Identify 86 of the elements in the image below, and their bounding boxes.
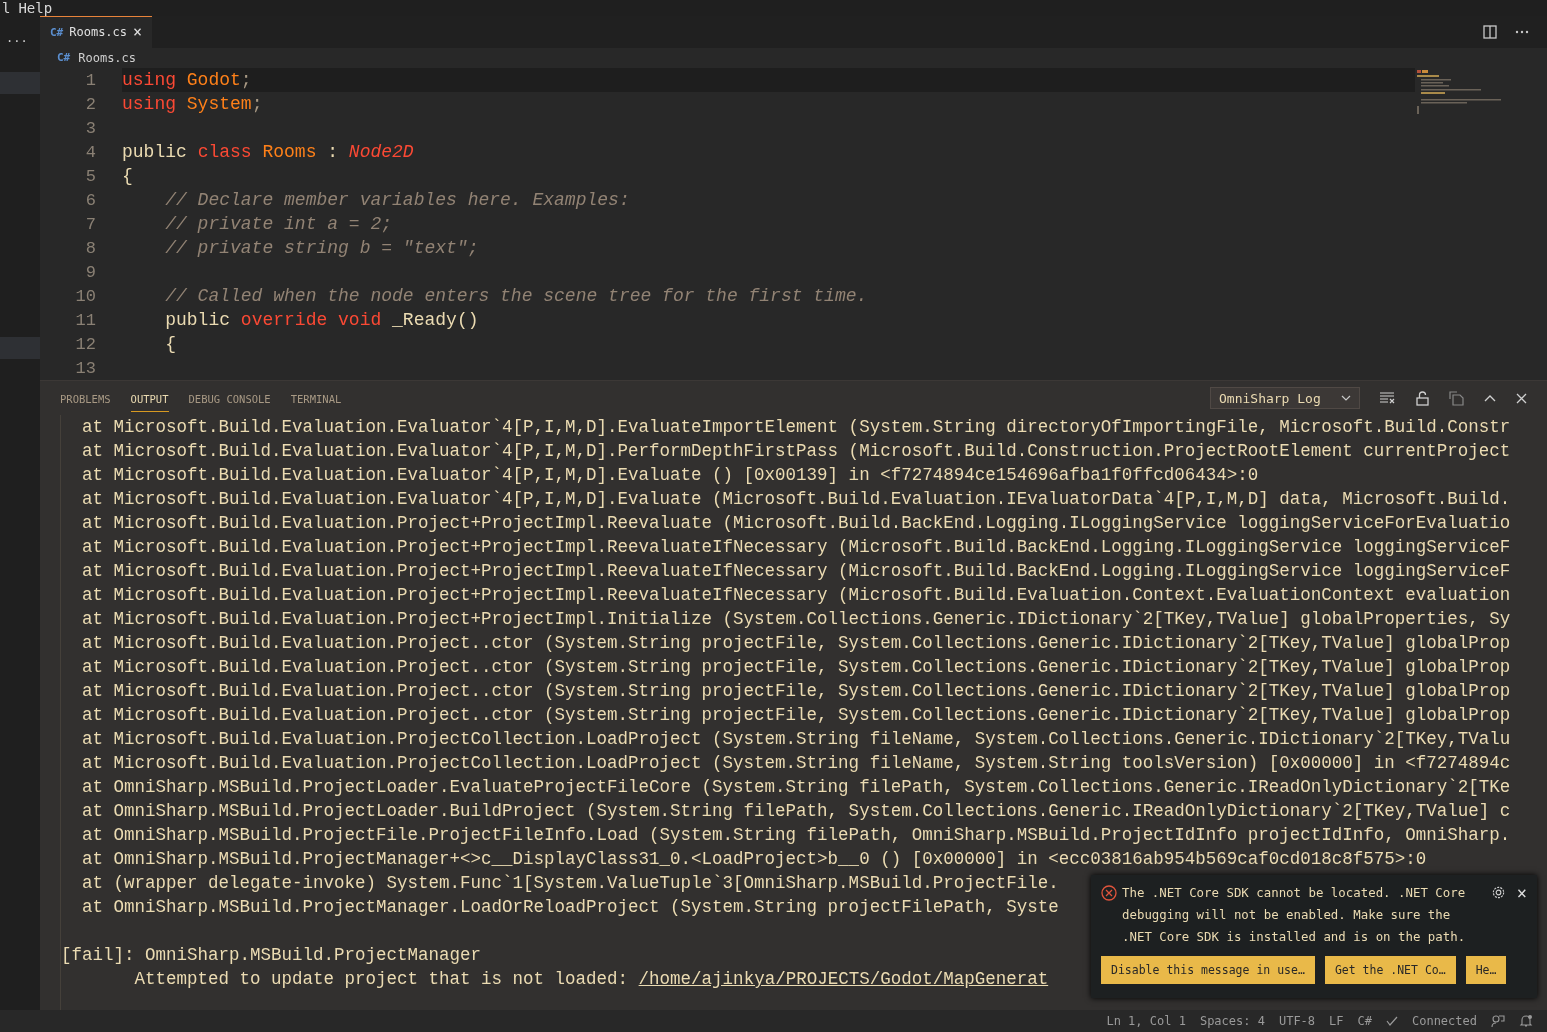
log-line: at OmniSharp.MSBuild.ProjectFile.ProjectFileInfo.Load (System.String filePath, OmniSharp.MSBuild.ProjectIdInfo projectIdInfo, OmniSharp.	[81, 824, 1511, 847]
notification-message: The .NET Core SDK cannot be located. .NET Core debugging will not be enabled. Make sure the .NET Core SDK is installed and is on the path.	[1122, 884, 1467, 946]
panel-tab[interactable]: PROBLEMS	[60, 384, 111, 412]
log-line: at (wrapper delegate-invoke) System.Func`1[System.ValueTuple`3[OmniSharp.MSBuild.ProjectFile.	[81, 872, 1059, 895]
more-actions-icon[interactable]: ···	[6, 34, 40, 48]
csharp-file-icon: C#	[50, 25, 64, 39]
panel-tab[interactable]: OUTPUT	[130, 384, 169, 412]
log-line: at OmniSharp.MSBuild.ProjectLoader.BuildProject (System.String filePath, System.Collections.Generic.IReadOnlyDictionary`2[TKey,TValue] c	[81, 800, 1511, 823]
code-line: public class Rooms : Node2D	[122, 142, 414, 162]
code-line: public override void _Ready()	[164, 310, 479, 330]
error-icon	[1101, 885, 1117, 901]
line-number: 1	[84, 70, 96, 90]
line-number: 13	[74, 358, 96, 378]
tab-label: Rooms.cs	[69, 25, 128, 40]
code-line: using System;	[122, 94, 263, 114]
feedback-icon[interactable]	[1491, 1014, 1505, 1028]
close-icon[interactable]: ×	[1516, 885, 1527, 901]
line-number: 10	[74, 286, 96, 306]
log-line: at Microsoft.Build.Evaluation.Evaluator`4[P,I,M,D].Evaluate () [0x00139] in <f7274894ce154696afba1f0ffcd06434>:0	[81, 464, 1259, 487]
line-number: 2	[84, 94, 96, 114]
panel-tab[interactable]: DEBUG CONSOLE	[188, 384, 271, 412]
log-line: at Microsoft.Build.Evaluation.Evaluator`4[P,I,M,D].EvaluateImportElement (System.String directoryOfImportingFile, Microsoft.Build.Constr	[81, 416, 1511, 439]
code-line: {	[122, 166, 133, 186]
log-line: at Microsoft.Build.Evaluation.ProjectCollection.LoadProject (System.String fileName, System.Collections.Generic.IDictionary`2[TKey,TValu	[81, 728, 1511, 751]
log-line: at Microsoft.Build.Evaluation.Project..ctor (System.String projectFile, System.Collections.Generic.IDictionary`2[TKey,TValue] globalProp	[81, 680, 1511, 703]
line-number: 6	[84, 190, 96, 210]
log-line: at Microsoft.Build.Evaluation.Project..ctor (System.String projectFile, System.Collections.Generic.IDictionary`2[TKey,TValue] globalProp	[81, 656, 1511, 679]
lock-icon[interactable]	[1416, 390, 1429, 406]
editor-tab[interactable]: C# Rooms.cs ×	[40, 16, 153, 48]
code-line: using Godot;	[122, 70, 252, 90]
log-line: at Microsoft.Build.Evaluation.Project+ProjectImpl.ReevaluateIfNecessary (Microsoft.Build.BackEnd.Logging.ILoggingService loggingServiceF	[81, 560, 1511, 583]
encoding-status[interactable]: UTF-8	[1278, 1014, 1316, 1028]
split-editor-icon[interactable]	[1483, 24, 1497, 39]
line-number: 9	[84, 262, 96, 282]
file-path-link[interactable]: /home/ajinkya/PROJECTS/Godot/MapGenerat	[638, 969, 1049, 989]
log-line: at OmniSharp.MSBuild.ProjectManager+<>c__DisplayClass31_0.<LoadProject>b__0 () [0x00000] in <ecc03816ab954b569caf0cd018c8f575>:0	[81, 848, 1427, 871]
line-number: 12	[74, 334, 96, 354]
copy-icon[interactable]	[1449, 390, 1464, 406]
clear-output-icon[interactable]	[1380, 392, 1396, 404]
menu-item[interactable]: Help	[18, 0, 53, 16]
code-line: {	[164, 334, 176, 354]
code-line: // Declare member variables here. Examples:	[164, 190, 630, 210]
log-line: at OmniSharp.MSBuild.ProjectManager.LoadOrReloadProject (System.String projectFilePath, Syste	[81, 896, 1059, 919]
log-line: at Microsoft.Build.Evaluation.Project..ctor (System.String projectFile, System.Collections.Generic.IDictionary`2[TKey,TValue] globalProp	[81, 632, 1511, 655]
log-line: at Microsoft.Build.Evaluation.Project+ProjectImpl.ReevaluateIfNecessary (Microsoft.Build.BackEnd.Logging.ILoggingService loggingServiceF	[81, 536, 1511, 559]
code-line: // private int a = 2;	[164, 214, 393, 234]
connection-status[interactable]: Connected	[1411, 1014, 1477, 1028]
log-line: at Microsoft.Build.Evaluation.Project+ProjectImpl.ReevaluateIfNecessary (Microsoft.Build.Evaluation.Context.EvaluationContext evaluation	[81, 584, 1511, 607]
csharp-file-icon: C#	[57, 51, 71, 65]
settings-icon[interactable]	[1490, 885, 1506, 900]
log-line: at OmniSharp.MSBuild.ProjectLoader.EvaluateProjectFileCore (System.String filePath, System.Collections.Generic.IReadOnlyDictionary`2[TKe	[81, 776, 1511, 799]
log-line: at Microsoft.Build.Evaluation.Project+ProjectImpl.Reevaluate (Microsoft.Build.BackEnd.Logging.ILoggingService loggingServiceForEvaluatio	[81, 512, 1511, 535]
log-line: Attempted to update project that is not loaded: /home/ajinkya/PROJECTS/Godot/MapGenerat	[133, 968, 1049, 991]
indentation-status[interactable]: Spaces: 4	[1199, 1014, 1265, 1028]
language-status[interactable]: C#	[1357, 1014, 1372, 1028]
chevron-down-icon	[1341, 395, 1351, 401]
line-number: 3	[84, 118, 96, 138]
bell-icon[interactable]	[1519, 1014, 1533, 1028]
menu-item[interactable]: l	[2, 0, 11, 16]
close-icon[interactable]	[1516, 392, 1527, 404]
notification-button[interactable]: Disable this message in use…	[1101, 956, 1315, 984]
close-icon[interactable]: ×	[133, 23, 143, 42]
log-line: at Microsoft.Build.Evaluation.Project+ProjectImpl.Initialize (System.Collections.Generic.IDictionary`2[TKey,TValue] globalProperties, Sy	[81, 608, 1511, 631]
log-line: at Microsoft.Build.Evaluation.Evaluator`4[P,I,M,D].PerformDepthFirstPass (Microsoft.Build.Construction.ProjectRootElement currentProject	[81, 440, 1511, 463]
line-number: 4	[84, 142, 96, 162]
check-icon	[1385, 1016, 1398, 1026]
line-number: 7	[84, 214, 96, 234]
cursor-position[interactable]: Ln 1, Col 1	[1106, 1014, 1186, 1028]
minimap-drawing[interactable]	[1417, 70, 1501, 114]
line-number: 5	[84, 166, 96, 186]
chevron-up-icon[interactable]	[1484, 394, 1496, 402]
log-line: at Microsoft.Build.Evaluation.Project..ctor (System.String projectFile, System.Collections.Generic.IDictionary`2[TKey,TValue] globalProp	[81, 704, 1511, 727]
breadcrumb-item[interactable]: Rooms.cs	[78, 50, 137, 65]
notification-button[interactable]: He…	[1465, 956, 1507, 984]
log-line: at Microsoft.Build.Evaluation.ProjectCollection.LoadProject (System.String fileName, System.String toolsVersion) [0x00000] in <f7274894c	[81, 752, 1511, 775]
more-actions-icon[interactable]	[1515, 29, 1529, 34]
panel-tab[interactable]: TERMINAL	[290, 384, 342, 412]
notification-button[interactable]: Get the .NET Co…	[1324, 956, 1456, 984]
code-line: // Called when the node enters the scene tree for the first time.	[164, 286, 868, 306]
line-number: 11	[74, 310, 96, 330]
log-line: at Microsoft.Build.Evaluation.Evaluator`4[P,I,M,D].Evaluate (Microsoft.Build.Evaluation.IEvaluatorData`4[P,I,M,D] data, Microsoft.Build.	[81, 488, 1511, 511]
log-line: [fail]: OmniSharp.MSBuild.ProjectManager	[61, 944, 482, 967]
line-number: 8	[84, 238, 96, 258]
line-ending-status[interactable]: LF	[1329, 1014, 1344, 1028]
code-line: // private string b = "text";	[164, 238, 479, 258]
output-channel-dropdown[interactable]: OmniSharp Log	[1210, 387, 1360, 409]
